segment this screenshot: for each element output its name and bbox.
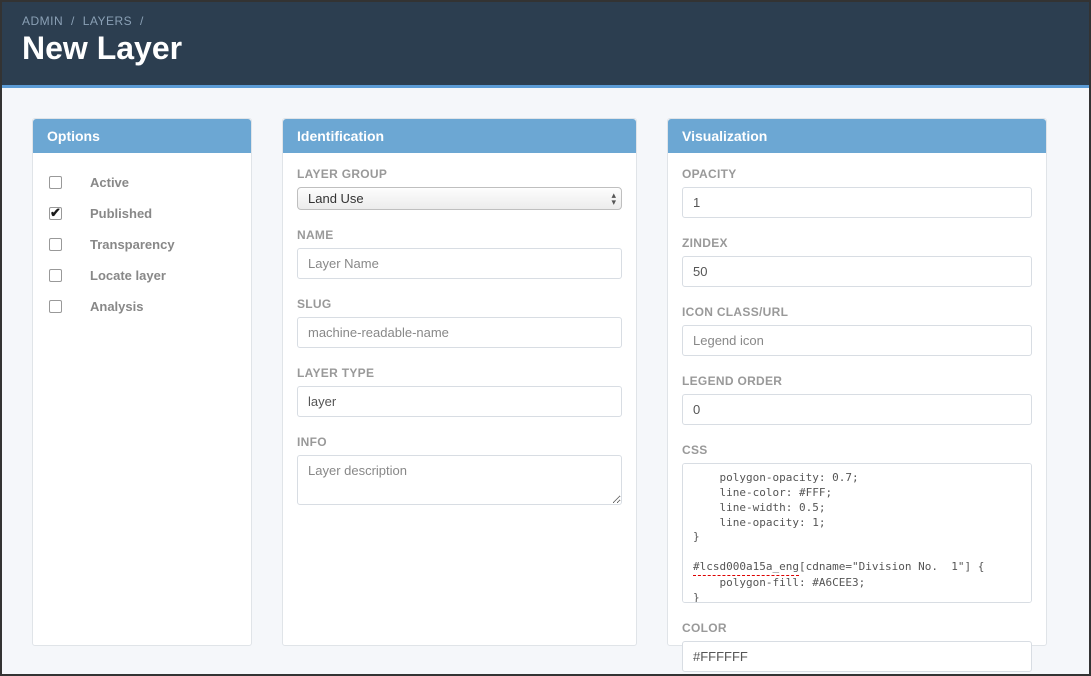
breadcrumb: ADMIN / LAYERS / [22, 14, 1069, 28]
label-info: INFO [297, 435, 622, 449]
label-layer-group: LAYER GROUP [297, 167, 622, 181]
label-zindex: ZINDEX [682, 236, 1032, 250]
input-layer-type[interactable] [297, 386, 622, 417]
checkbox-analysis[interactable] [49, 300, 62, 313]
panel-identification: Identification LAYER GROUP Land Use ▴▾ N… [282, 118, 637, 646]
panel-visualization: Visualization OPACITY ZINDEX ICON CLASS/… [667, 118, 1047, 646]
input-legend-order[interactable] [682, 394, 1032, 425]
panel-visualization-heading: Visualization [668, 119, 1046, 153]
field-icon: ICON CLASS/URL [682, 305, 1032, 356]
field-layer-group: LAYER GROUP Land Use ▴▾ [297, 167, 622, 210]
checkbox-active[interactable] [49, 176, 62, 189]
checkbox-locate-layer[interactable] [49, 269, 62, 282]
breadcrumb-admin[interactable]: ADMIN [22, 14, 63, 28]
option-label: Analysis [90, 299, 143, 314]
input-color[interactable] [682, 641, 1032, 672]
textarea-css[interactable]: polygon-opacity: 0.7; line-color: #FFF; … [682, 463, 1032, 603]
field-zindex: ZINDEX [682, 236, 1032, 287]
option-label: Active [90, 175, 129, 190]
field-name: NAME [297, 228, 622, 279]
label-name: NAME [297, 228, 622, 242]
option-published: Published [47, 198, 237, 229]
option-analysis: Analysis [47, 291, 237, 322]
header: ADMIN / LAYERS / New Layer [2, 2, 1089, 88]
input-icon[interactable] [682, 325, 1032, 356]
label-slug: SLUG [297, 297, 622, 311]
select-layer-group[interactable]: Land Use [297, 187, 622, 210]
panel-options: Options Active Published Transparency Lo… [32, 118, 252, 646]
field-color: COLOR [682, 621, 1032, 672]
field-legend-order: LEGEND ORDER [682, 374, 1032, 425]
label-icon: ICON CLASS/URL [682, 305, 1032, 319]
input-zindex[interactable] [682, 256, 1032, 287]
field-slug: SLUG [297, 297, 622, 348]
input-opacity[interactable] [682, 187, 1032, 218]
breadcrumb-layers[interactable]: LAYERS [83, 14, 132, 28]
input-slug[interactable] [297, 317, 622, 348]
option-active: Active [47, 167, 237, 198]
label-css: CSS [682, 443, 1032, 457]
panel-options-heading: Options [33, 119, 251, 153]
option-locate-layer: Locate layer [47, 260, 237, 291]
panel-identification-body: LAYER GROUP Land Use ▴▾ NAME SLUG LAYER … [283, 153, 636, 546]
label-layer-type: LAYER TYPE [297, 366, 622, 380]
field-info: INFO [297, 435, 622, 508]
option-label: Published [90, 206, 152, 221]
content: Options Active Published Transparency Lo… [2, 88, 1089, 676]
label-legend-order: LEGEND ORDER [682, 374, 1032, 388]
checkbox-published[interactable] [49, 207, 62, 220]
textarea-info[interactable] [297, 455, 622, 505]
select-wrap: Land Use ▴▾ [297, 187, 622, 210]
panel-visualization-body: OPACITY ZINDEX ICON CLASS/URL LEGEND ORD… [668, 153, 1046, 676]
field-opacity: OPACITY [682, 167, 1032, 218]
option-transparency: Transparency [47, 229, 237, 260]
page-title: New Layer [22, 30, 1069, 67]
label-color: COLOR [682, 621, 1032, 635]
field-css: CSS polygon-opacity: 0.7; line-color: #F… [682, 443, 1032, 603]
input-name[interactable] [297, 248, 622, 279]
panel-identification-heading: Identification [283, 119, 636, 153]
checkbox-transparency[interactable] [49, 238, 62, 251]
label-opacity: OPACITY [682, 167, 1032, 181]
breadcrumb-sep: / [71, 14, 75, 28]
option-label: Transparency [90, 237, 175, 252]
panel-options-body: Active Published Transparency Locate lay… [33, 153, 251, 342]
field-layer-type: LAYER TYPE [297, 366, 622, 417]
option-label: Locate layer [90, 268, 166, 283]
breadcrumb-sep: / [140, 14, 144, 28]
